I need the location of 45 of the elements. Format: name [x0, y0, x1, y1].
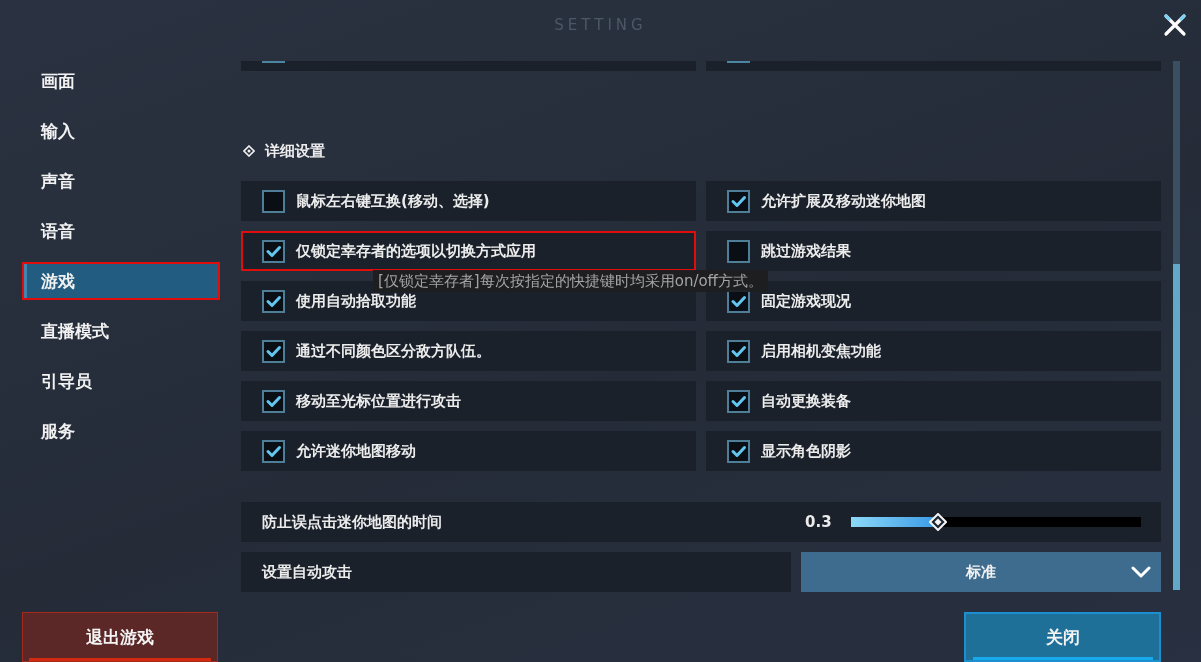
option-label: 自动更换装备 [761, 391, 851, 411]
option-label: 固定游戏现况 [761, 291, 851, 311]
checkbox[interactable] [262, 339, 285, 363]
sidebar-item[interactable]: 服务 [22, 412, 220, 450]
sidebar-item[interactable]: 输入 [22, 112, 220, 150]
sidebar-item[interactable]: 画面 [22, 62, 220, 100]
checkbox[interactable] [727, 189, 750, 213]
sidebar-item[interactable]: 声音 [22, 162, 220, 200]
option-label: 允许迷你地图移动 [296, 441, 416, 461]
checkbox[interactable] [262, 439, 285, 463]
sidebar-item[interactable]: 引导员 [22, 362, 220, 400]
checkbox[interactable] [262, 289, 285, 313]
sidebar-item[interactable]: 游戏 [22, 262, 220, 300]
checkbox[interactable] [262, 189, 285, 213]
chevron-down-icon [1131, 566, 1151, 578]
checkbox[interactable] [262, 389, 285, 413]
checkbox[interactable] [727, 439, 750, 463]
close-button[interactable]: 关闭 [964, 612, 1161, 662]
sidebar-item[interactable]: 语音 [22, 212, 220, 250]
option-label: 鼠标左右键互换(移动、选择) [296, 191, 490, 211]
checkbox[interactable] [262, 239, 285, 263]
option-label: 通过不同颜色区分敌方队伍。 [296, 341, 491, 361]
checkbox[interactable] [727, 389, 750, 413]
exit-game-button[interactable]: 退出游戏 [22, 612, 218, 662]
option-label: 使用自动拾取功能 [296, 291, 416, 311]
section-title: 详细设置 [265, 141, 325, 161]
slider-thumb[interactable] [929, 513, 947, 531]
option-label: 跳过游戏结果 [761, 241, 851, 261]
setting-label: 防止误点击迷你地图的时间 [262, 512, 443, 532]
slider-value: 0.3 [805, 513, 833, 531]
diamond-icon [243, 145, 255, 157]
option-label: 显示角色阴影 [761, 441, 851, 461]
scrollbar[interactable] [1173, 61, 1180, 590]
sidebar-item[interactable]: 直播模式 [22, 312, 220, 350]
checkbox[interactable] [727, 239, 750, 263]
option-label: 移动至光标位置进行攻击 [296, 391, 461, 411]
checkbox[interactable] [727, 339, 750, 363]
option-label: 启用相机变焦功能 [761, 341, 881, 361]
setting-label-panel: 设置自动攻击 [241, 552, 791, 592]
tooltip: [仅锁定幸存者]每次按指定的快捷键时均采用on/off方式。 [373, 270, 768, 292]
option-label: 允许扩展及移动迷你地图 [761, 191, 926, 211]
option-label: 仅锁定幸存者的选项以切换方式应用 [296, 241, 536, 261]
close-icon[interactable] [1163, 13, 1187, 37]
scrollbar-thumb[interactable] [1173, 264, 1180, 590]
dropdown[interactable]: 标准 [801, 552, 1161, 592]
